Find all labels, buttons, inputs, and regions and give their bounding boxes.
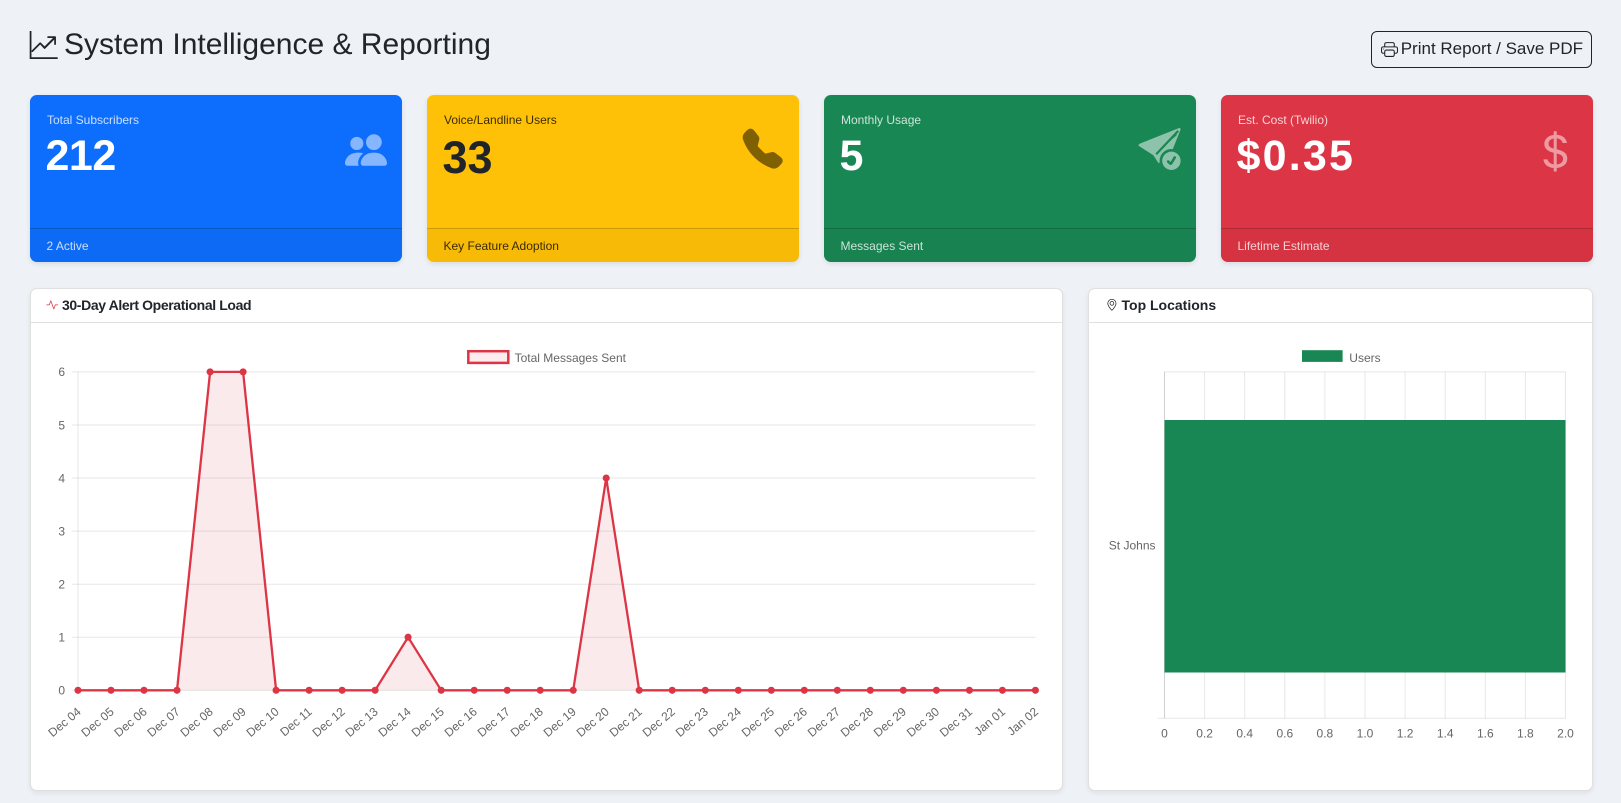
svg-text:Jan 01: Jan 01 — [971, 704, 1008, 738]
svg-text:Dec 12: Dec 12 — [310, 704, 348, 739]
svg-text:St Johns: St Johns — [1109, 538, 1156, 552]
svg-text:2.0: 2.0 — [1557, 726, 1574, 740]
svg-text:Dec 08: Dec 08 — [178, 704, 216, 739]
svg-text:1.0: 1.0 — [1357, 726, 1374, 740]
svg-text:5: 5 — [58, 418, 65, 432]
svg-text:1.4: 1.4 — [1437, 726, 1454, 740]
svg-text:Users: Users — [1349, 351, 1380, 365]
svg-text:Dec 14: Dec 14 — [376, 704, 414, 739]
svg-text:Total Messages Sent: Total Messages Sent — [515, 351, 627, 365]
svg-text:Dec 24: Dec 24 — [706, 704, 744, 739]
svg-text:Dec 31: Dec 31 — [937, 704, 975, 739]
svg-text:0.4: 0.4 — [1236, 726, 1253, 740]
svg-text:1: 1 — [58, 631, 65, 645]
svg-text:Dec 19: Dec 19 — [541, 704, 579, 739]
svg-text:Dec 15: Dec 15 — [409, 704, 447, 739]
svg-text:2: 2 — [58, 578, 65, 592]
svg-text:6: 6 — [58, 365, 65, 379]
svg-text:Dec 28: Dec 28 — [838, 704, 876, 739]
svg-text:Dec 26: Dec 26 — [772, 704, 810, 739]
svg-text:Dec 13: Dec 13 — [343, 704, 381, 739]
svg-text:Dec 27: Dec 27 — [805, 704, 843, 739]
svg-text:Dec 09: Dec 09 — [211, 704, 249, 739]
svg-text:Dec 07: Dec 07 — [144, 704, 182, 739]
svg-text:Dec 29: Dec 29 — [871, 704, 909, 739]
svg-text:Dec 11: Dec 11 — [277, 704, 315, 739]
svg-text:1.6: 1.6 — [1477, 726, 1494, 740]
svg-text:1.8: 1.8 — [1517, 726, 1534, 740]
svg-text:Jan 02: Jan 02 — [1004, 704, 1041, 738]
svg-text:Dec 30: Dec 30 — [904, 704, 942, 739]
svg-text:Dec 10: Dec 10 — [244, 704, 282, 739]
svg-text:3: 3 — [58, 524, 65, 538]
svg-text:4: 4 — [58, 471, 65, 485]
svg-text:Dec 04: Dec 04 — [45, 704, 83, 739]
svg-text:1.2: 1.2 — [1397, 726, 1414, 740]
svg-text:Dec 22: Dec 22 — [640, 704, 678, 739]
svg-text:0.6: 0.6 — [1276, 726, 1293, 740]
svg-text:Dec 17: Dec 17 — [475, 704, 513, 739]
svg-text:0: 0 — [58, 684, 65, 698]
svg-text:Dec 23: Dec 23 — [673, 704, 711, 739]
svg-text:0.8: 0.8 — [1317, 726, 1334, 740]
svg-text:Dec 20: Dec 20 — [574, 704, 612, 739]
svg-text:Dec 16: Dec 16 — [442, 704, 480, 739]
svg-text:0: 0 — [1161, 726, 1168, 740]
svg-text:Dec 06: Dec 06 — [111, 704, 149, 739]
svg-text:Dec 18: Dec 18 — [508, 704, 546, 739]
svg-text:Dec 25: Dec 25 — [739, 704, 777, 739]
svg-text:0.2: 0.2 — [1196, 726, 1213, 740]
svg-text:Dec 21: Dec 21 — [607, 704, 645, 739]
svg-text:Dec 05: Dec 05 — [78, 704, 116, 739]
